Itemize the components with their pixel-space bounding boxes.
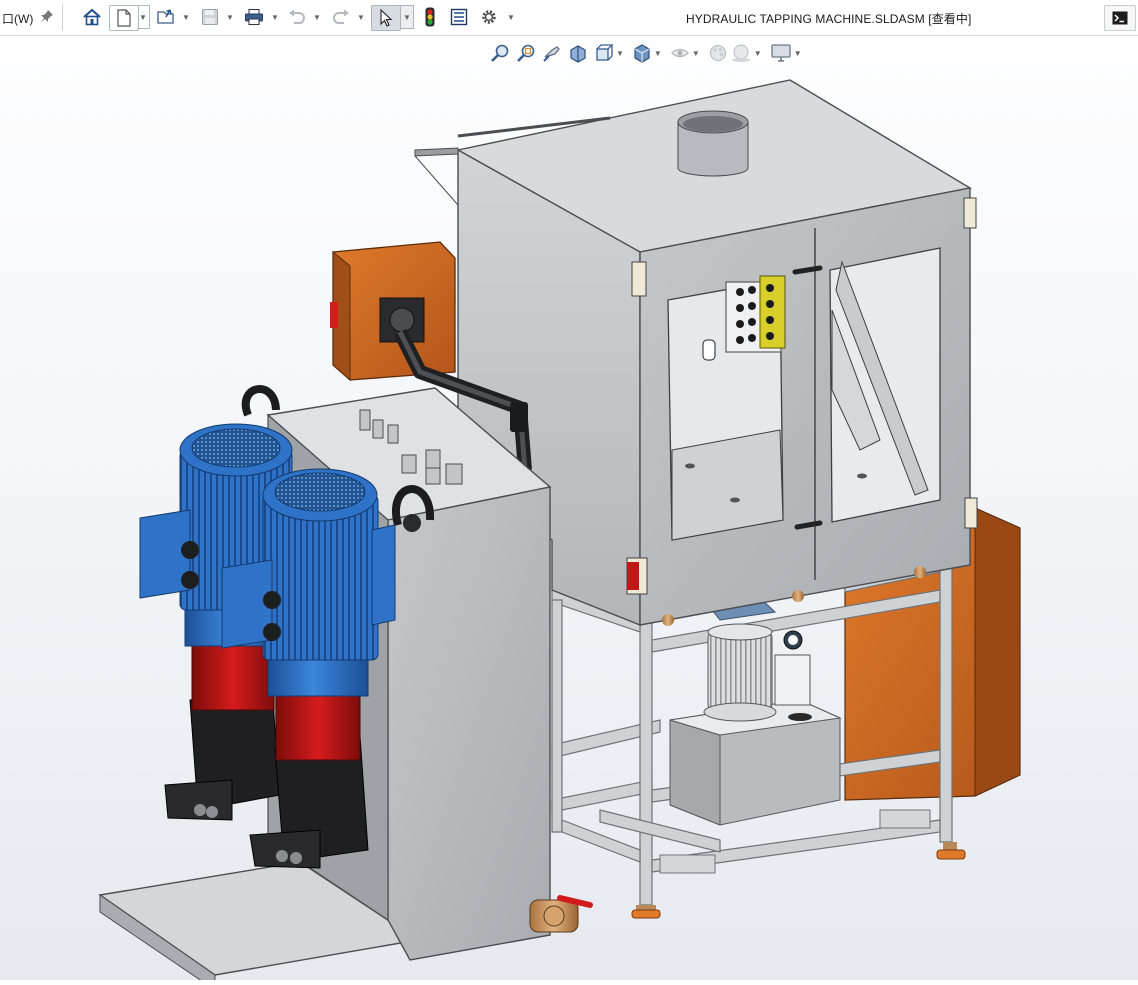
graphics-viewport[interactable] — [0, 36, 1138, 985]
pin-icon[interactable] — [40, 9, 54, 28]
new-document-dropdown[interactable]: ▼ — [137, 5, 150, 29]
print-dropdown[interactable]: ▼ — [270, 5, 280, 29]
undo-icon[interactable] — [286, 5, 308, 29]
redo-icon[interactable] — [330, 5, 352, 29]
drain-ball-valve — [529, 895, 593, 933]
select-dropdown[interactable]: ▼ — [400, 5, 414, 29]
options-dropdown[interactable]: ▼ — [506, 5, 516, 29]
undo-dropdown[interactable]: ▼ — [312, 5, 322, 29]
home-icon[interactable] — [80, 5, 104, 29]
roof-hopper — [677, 110, 749, 177]
new-document-button[interactable] — [109, 5, 139, 31]
assembly-model — [98, 79, 1021, 985]
title-bar: 口(W) ▼ ▼ ▼ ▼ ▼ ▼ ▼ ▼ HYDRAULIC TAPPING M… — [0, 0, 1138, 36]
save-icon[interactable] — [199, 5, 221, 29]
leveling-feet — [631, 809, 966, 919]
pump-stand — [98, 385, 593, 985]
save-dropdown[interactable]: ▼ — [225, 5, 235, 29]
print-icon[interactable] — [242, 5, 266, 29]
open-document-icon[interactable] — [155, 5, 177, 29]
rebuild-traffic-light-icon[interactable] — [420, 5, 440, 29]
command-search-icon[interactable] — [1104, 5, 1136, 31]
document-title: HYDRAULIC TAPPING MACHINE.SLDASM [查看中] — [686, 12, 972, 26]
toolbar-separator — [62, 4, 63, 31]
window-menu[interactable]: 口(W) — [2, 10, 33, 27]
redo-dropdown[interactable]: ▼ — [356, 5, 366, 29]
open-dropdown[interactable]: ▼ — [181, 5, 191, 29]
select-arrow-button[interactable] — [371, 5, 401, 31]
file-properties-icon[interactable] — [448, 5, 470, 29]
options-gear-icon[interactable] — [478, 5, 500, 29]
